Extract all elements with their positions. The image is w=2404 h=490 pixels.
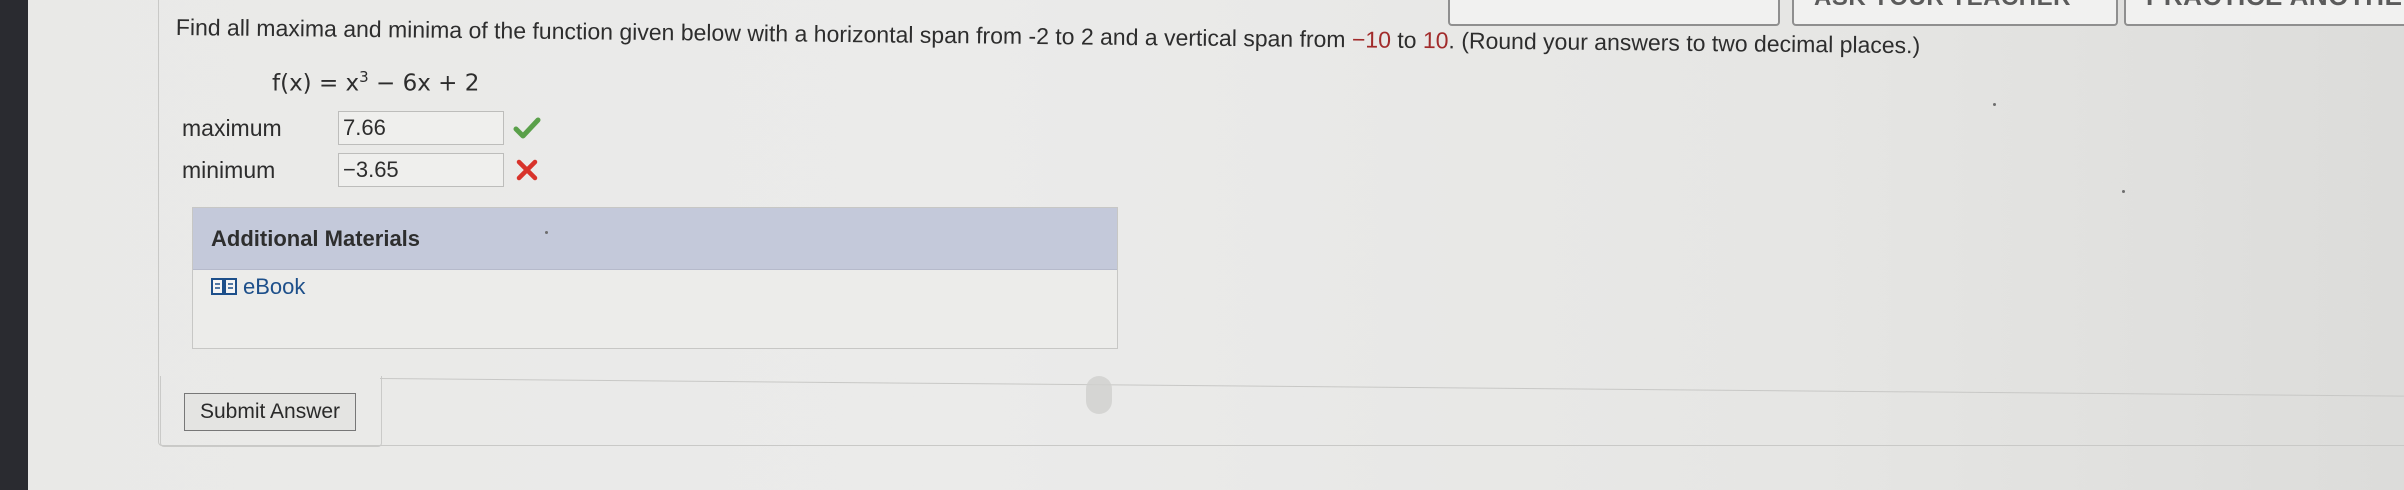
x-icon — [512, 155, 542, 185]
submit-answer-button[interactable]: Submit Answer — [184, 393, 356, 431]
maximum-label: maximum — [182, 114, 282, 141]
screen-speck — [2122, 190, 2125, 193]
ebook-label: eBook — [243, 274, 306, 299]
maximum-input[interactable] — [338, 111, 504, 145]
window-edge — [0, 0, 28, 490]
additional-materials-header: Additional Materials — [193, 208, 1117, 270]
vertical-span-high: 10 — [1422, 27, 1449, 54]
screen-speck — [1993, 103, 1996, 106]
maximum-row: maximum — [182, 110, 542, 146]
additional-materials-panel: Additional Materials eBook — [192, 207, 1118, 349]
screen-speck — [545, 231, 548, 234]
minimum-row: minimum — [182, 152, 542, 188]
check-icon — [512, 113, 542, 143]
function-expression: f(x) = x3 − 6x + 2 — [272, 68, 480, 97]
practice-another-button[interactable]: PRACTICE ANOTHER — [2124, 0, 2404, 26]
book-icon — [211, 277, 237, 297]
ebook-link[interactable]: eBook — [211, 273, 305, 301]
vertical-span-low: −10 — [1351, 26, 1392, 53]
minimum-input[interactable] — [338, 153, 504, 187]
ask-teacher-button[interactable]: ASK YOUR TEACHER — [1792, 0, 2118, 26]
top-button-left[interactable] — [1448, 0, 1780, 26]
screen-smudge — [1086, 376, 1112, 414]
minimum-label: minimum — [182, 156, 276, 183]
